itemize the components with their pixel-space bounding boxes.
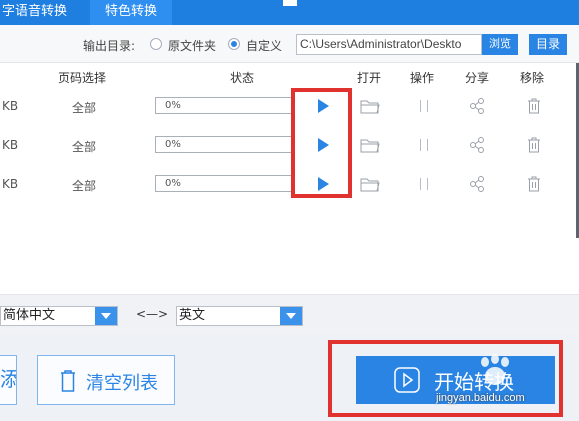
top-tab-strip: 字语音转换 特色转换 — [0, 0, 579, 25]
progress-bar: 0% — [155, 175, 292, 192]
column-header-open: 打开 — [357, 71, 382, 85]
target-language-select[interactable]: 英文 — [176, 306, 303, 326]
page-selection[interactable]: 全部 — [72, 177, 96, 194]
browse-button[interactable]: 浏览 — [482, 34, 518, 55]
file-size: KB — [2, 177, 19, 191]
output-directory-label: 输出目录: — [83, 39, 136, 53]
trash-icon[interactable] — [527, 176, 541, 192]
language-row: 简体中文 <—> 英文 — [0, 294, 579, 334]
tab-special-conversion[interactable]: 特色转换 — [90, 0, 172, 25]
trash-icon[interactable] — [527, 98, 541, 114]
source-language-select[interactable]: 简体中文 — [0, 306, 118, 326]
window-control[interactable] — [283, 0, 297, 6]
swap-language-icon[interactable]: <—> — [136, 307, 168, 321]
clear-list-button[interactable]: 清空列表 — [37, 355, 175, 405]
radio-custom-folder[interactable] — [228, 38, 240, 50]
file-size: KB — [2, 99, 19, 113]
column-header-share: 分享 — [465, 71, 490, 85]
column-header-operate: 操作 — [410, 71, 435, 85]
column-header-remove: 移除 — [520, 71, 545, 85]
progress-bar: 0% — [155, 97, 292, 114]
table-row: KB 全部 0% — [0, 165, 577, 204]
add-files-button[interactable]: 添 — [0, 355, 17, 405]
chevron-down-icon[interactable] — [95, 307, 117, 325]
output-directory-row: 输出目录: 原文件夹 自定义 C:\Users\Administrator\De… — [0, 25, 579, 63]
pause-icon[interactable] — [420, 139, 428, 151]
chevron-down-icon[interactable] — [280, 307, 302, 325]
folder-icon[interactable] — [360, 177, 380, 192]
share-icon[interactable] — [469, 137, 485, 153]
source-language-value: 简体中文 — [3, 308, 56, 323]
radio-original-folder-label[interactable]: 原文件夹 — [168, 37, 216, 54]
table-header: 页码选择 状态 打开 操作 分享 移除 — [0, 63, 579, 87]
folder-icon[interactable] — [360, 99, 380, 114]
pause-icon[interactable] — [420, 100, 428, 112]
page-selection[interactable]: 全部 — [72, 99, 96, 116]
clear-list-label: 清空列表 — [86, 373, 158, 394]
share-icon[interactable] — [469, 176, 485, 192]
column-header-pages: 页码选择 — [58, 71, 107, 85]
pause-icon[interactable] — [420, 178, 428, 190]
file-size: KB — [2, 138, 19, 152]
trash-icon[interactable] — [527, 137, 541, 153]
table-row: KB 全部 0% — [0, 126, 577, 165]
highlight-box-play-column — [291, 88, 352, 198]
tab-voice-conversion[interactable]: 字语音转换 — [0, 0, 90, 25]
share-icon[interactable] — [469, 98, 485, 114]
progress-bar: 0% — [155, 136, 292, 153]
target-language-value: 英文 — [179, 308, 206, 323]
trash-icon — [61, 370, 75, 392]
highlight-box-start-button — [328, 340, 563, 417]
column-header-status: 状态 — [230, 71, 255, 85]
baidu-paw-logo — [481, 354, 509, 385]
watermark-url: jingyan.baidu.com — [436, 392, 525, 404]
folder-icon[interactable] — [360, 138, 380, 153]
radio-custom-folder-label[interactable]: 自定义 — [246, 37, 282, 54]
output-path-input[interactable]: C:\Users\Administrator\Deskto — [296, 34, 482, 55]
open-directory-button[interactable]: 目录 — [529, 34, 567, 55]
radio-original-folder[interactable] — [150, 38, 162, 50]
page-selection[interactable]: 全部 — [72, 138, 96, 155]
table-row: KB 全部 0% — [0, 87, 577, 126]
